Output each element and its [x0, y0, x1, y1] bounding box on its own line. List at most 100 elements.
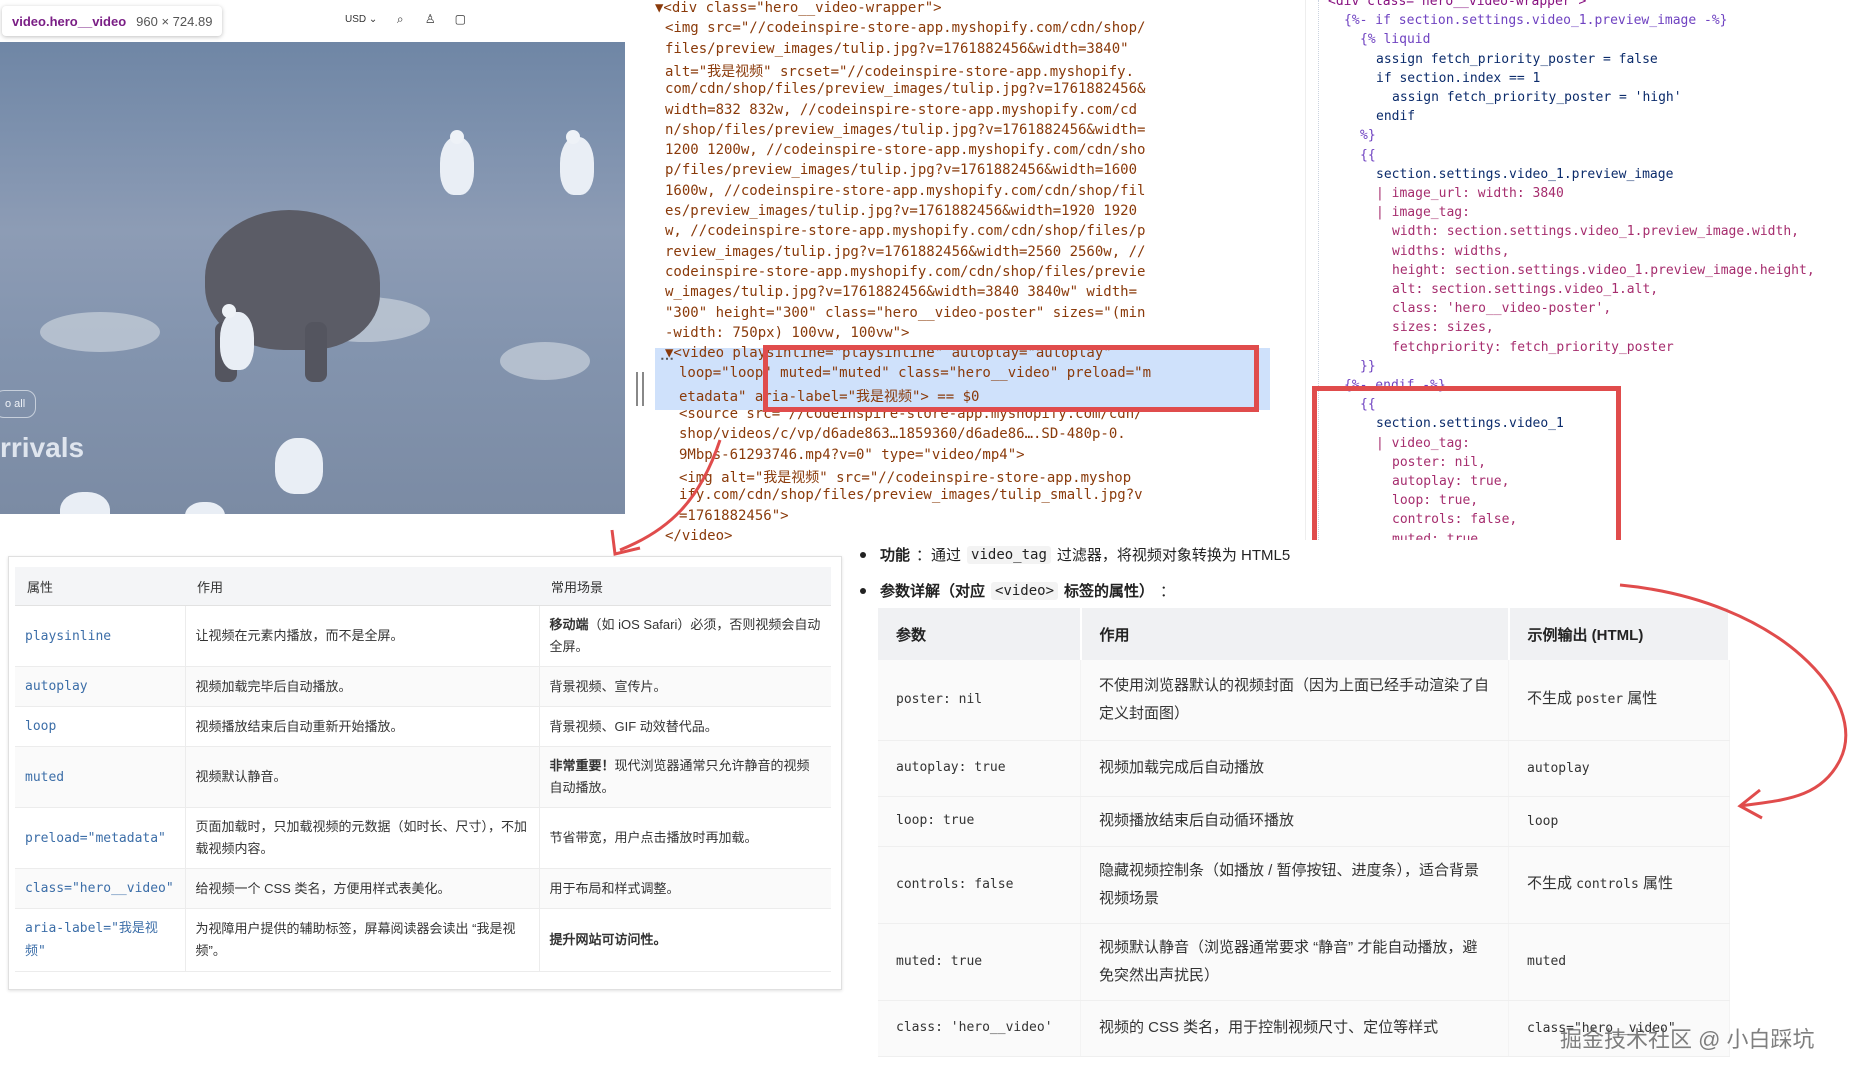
effect-cell: 页面加载时，只加载视频的元数据（如时长、尺寸），不加载视频内容。	[185, 807, 540, 869]
effect-cell: 给视频一个 CSS 类名，方便用样式表美化。	[185, 868, 540, 909]
liquid-code-line: assign fetch_priority_poster = 'high'	[1392, 90, 1682, 105]
attr-cell: playsinline	[15, 605, 186, 667]
effect-cell: 隐藏视频控制条（如播放 / 暂停按钮、进度条），适合背景视频场景	[1080, 846, 1509, 924]
watermark: 掘金技术社区 @ 小白踩坑	[1560, 1027, 1815, 1052]
liquid-code-line: assign fetch_priority_poster = false	[1376, 51, 1658, 67]
devtools-code-line[interactable]: codeinspire-store-app.myshopify.com/cdn/…	[665, 264, 1145, 280]
liquid-code-line: width: section.settings.video_1.preview_…	[1392, 224, 1799, 240]
page-preview: o all rrivals video.hero__video 960 × 72…	[0, 0, 625, 520]
attr-cell: class="hero__video"	[15, 868, 186, 909]
devtools-code-line[interactable]: 9Mbps-61293746.mp4?v=0" type="video/mp4"…	[679, 447, 1025, 463]
devtools-code-line[interactable]: </video>	[665, 528, 732, 544]
account-icon[interactable]: ♙	[423, 12, 437, 26]
attr-cell: preload="metadata"	[15, 807, 186, 869]
devtools-code-line[interactable]: ify.com/cdn/shop/files/preview_images/tu…	[679, 487, 1143, 503]
bullet-function: 功能 ：通过 video_tag 过滤器，将视频对象转换为 HTML5	[860, 544, 1290, 565]
liquid-code-line: <div class="hero__video-wrapper">	[1328, 0, 1587, 9]
param-cell: class: 'hero__video'	[878, 1000, 1081, 1057]
devtools-code-line[interactable]: 1200 1200w, //codeinspire-store-app.mysh…	[665, 142, 1145, 158]
devtools-code-line[interactable]: p/files/preview_images/tulip.jpg?v=17618…	[665, 162, 1137, 178]
liquid-code-line: section.settings.video_1.preview_image	[1376, 166, 1674, 182]
output-cell: 不生成 poster 属性	[1508, 660, 1730, 741]
devtools-code-line[interactable]: 1600w, //codeinspire-store-app.myshopify…	[665, 183, 1145, 199]
table-row: aria-label="我是视频" 为视障用户提供的辅助标签，屏幕阅读器会读出 “…	[15, 908, 831, 972]
table-row: autoplay: true 视频加载完成后自动播放 autoplay	[878, 740, 1730, 797]
scene-cell: 背景视频、GIF 动效替代品。	[539, 706, 831, 747]
view-all-pill[interactable]: o all	[0, 390, 37, 418]
hero-video-frame[interactable]	[0, 42, 625, 514]
liquid-code-line: | image_url: width: 3840	[1376, 186, 1564, 201]
devtools-code-line[interactable]: width=832 832w, //codeinspire-store-app.…	[665, 102, 1137, 118]
liquid-code-line: if section.index == 1	[1376, 70, 1541, 86]
devtools-code-line[interactable]: <img src="//codeinspire-store-app.myshop…	[665, 20, 1145, 36]
liquid-code-line: endif	[1376, 109, 1416, 125]
table-row: preload="metadata" 页面加载时，只加载视频的元数据（如时长、尺寸…	[15, 807, 831, 869]
store-controls: USD ⌄ ⌕ ♙ ▢	[345, 12, 467, 27]
header-effect: 作用	[1080, 608, 1510, 660]
liquid-code-line: {{	[1360, 147, 1376, 163]
devtools-code-line[interactable]: alt="我是视频" srcset="//codeinspire-store-a…	[665, 61, 1134, 81]
tooltip-selector: video.hero__video	[12, 13, 127, 29]
effect-cell: 为视障用户提供的辅助标签，屏幕阅读器会读出 “我是视频”。	[185, 908, 540, 972]
table-row: loop 视频播放结束后自动重新开始播放。 背景视频、GIF 动效替代品。	[15, 706, 831, 747]
video-tag-highlight-box	[763, 345, 1259, 412]
element-inspector-tooltip: video.hero__video 960 × 724.89	[2, 6, 223, 36]
liquid-code-line: widths: widths,	[1392, 243, 1510, 259]
tooltip-size: 960 × 724.89	[136, 13, 213, 29]
devtools-elements-panel: ▼<div class="hero__video-wrapper"> <img s…	[655, 0, 1270, 560]
search-icon[interactable]: ⌕	[393, 12, 407, 26]
table-row: poster: nil 不使用浏览器默认的视频封面（因为上面已经手动渲染了自定义封…	[878, 660, 1730, 741]
devtools-code-line[interactable]: =1761882456">	[679, 508, 789, 524]
liquid-code-line: sizes: sizes,	[1392, 320, 1494, 336]
devtools-code-line[interactable]: com/cdn/shop/files/preview_images/tulip.…	[665, 81, 1145, 97]
devtools-code-line[interactable]: w_images/tulip.jpg?v=1761882456&width=38…	[665, 284, 1137, 300]
table-row: controls: false 隐藏视频控制条（如播放 / 暂停按钮、进度条），适…	[878, 846, 1730, 924]
output-cell: loop	[1508, 796, 1730, 847]
header-param: 参数	[878, 608, 1082, 660]
liquid-code-line: }}	[1360, 358, 1376, 374]
attr-cell: aria-label="我是视频"	[15, 908, 186, 972]
attribute-table: 属性 作用 常用场景 playsinline 让视频在元素内播放，而不是全屏。 移动…	[15, 567, 831, 972]
output-cell: autoplay	[1508, 740, 1730, 797]
param-cell: muted: true	[878, 923, 1081, 1001]
effect-cell: 视频的 CSS 类名，用于控制视频尺寸、定位等样式	[1080, 1000, 1509, 1057]
scene-cell: 用于布局和样式调整。	[539, 868, 831, 909]
header-effect: 作用	[185, 567, 539, 606]
more-options-icon[interactable]: ⋯	[660, 350, 674, 367]
param-cell: poster: nil	[878, 660, 1081, 741]
devtools-code-line[interactable]: shop/videos/c/vp/d6ade863…1859360/d6ade8…	[679, 426, 1126, 442]
effect-cell: 视频加载完毕后自动播放。	[185, 666, 540, 707]
liquid-code-line: {% liquid	[1360, 32, 1431, 48]
effect-cell: 视频播放结束后自动重新开始播放。	[185, 706, 540, 747]
header-output: 示例输出 (HTML)	[1508, 608, 1730, 660]
store-header: video.hero__video 960 × 724.89 USD ⌄ ⌕ ♙…	[0, 0, 625, 42]
devtools-code-line[interactable]: w, //codeinspire-store-app.myshopify.com…	[665, 223, 1145, 239]
devtools-code-line[interactable]: files/preview_images/tulip.jpg?v=1761882…	[665, 41, 1129, 57]
currency-selector[interactable]: USD ⌄	[345, 14, 377, 25]
devtools-code-line[interactable]: review_images/tulip.jpg?v=1761882456&wid…	[665, 244, 1145, 260]
scene-cell: 非常重要！现代浏览器通常只允许静音的视频自动播放。	[539, 746, 831, 808]
hero-heading: rrivals	[0, 432, 85, 463]
devtools-code-line[interactable]: "300" height="300" class="hero__video-po…	[665, 305, 1145, 321]
bullet-params: 参数详解（对应 <video> 标签的属性）：	[860, 580, 1175, 601]
effect-cell: 让视频在元素内播放，而不是全屏。	[185, 605, 540, 667]
devtools-code-line[interactable]: n/shop/files/preview_images/tulip.jpg?v=…	[665, 122, 1145, 138]
table-row: muted 视频默认静音。 非常重要！现代浏览器通常只允许静音的视频自动播放。	[15, 746, 831, 808]
table-row: loop: true 视频播放结束后自动循环播放 loop	[878, 796, 1730, 847]
liquid-code-line: {%- if section.settings.video_1.preview_…	[1344, 13, 1728, 29]
liquid-code-line: %}	[1360, 128, 1376, 144]
param-cell: autoplay: true	[878, 740, 1081, 797]
devtools-code-line[interactable]: es/preview_images/tulip.jpg?v=1761882456…	[665, 203, 1137, 219]
table-row: autoplay 视频加载完毕后自动播放。 背景视频、宣传片。	[15, 666, 831, 707]
cart-icon[interactable]: ▢	[453, 12, 467, 26]
output-cell: 不生成 controls 属性	[1508, 846, 1730, 924]
devtools-code-line[interactable]: <img alt="我是视频" src="//codeinspire-store…	[679, 467, 1131, 487]
param-cell: controls: false	[878, 846, 1081, 924]
devtools-code-line[interactable]: -width: 750px) 100vw, 100vw">	[665, 325, 909, 341]
liquid-code-line: | image_tag:	[1376, 205, 1470, 221]
attribute-table-card: 属性 作用 常用场景 playsinline 让视频在元素内播放，而不是全屏。 移动…	[8, 556, 842, 990]
panel-resize-handle[interactable]	[636, 372, 644, 406]
devtools-code-line[interactable]: ▼<div class="hero__video-wrapper">	[655, 0, 942, 16]
effect-cell: 视频默认静音。	[185, 746, 540, 808]
scene-cell: 背景视频、宣传片。	[539, 666, 831, 707]
